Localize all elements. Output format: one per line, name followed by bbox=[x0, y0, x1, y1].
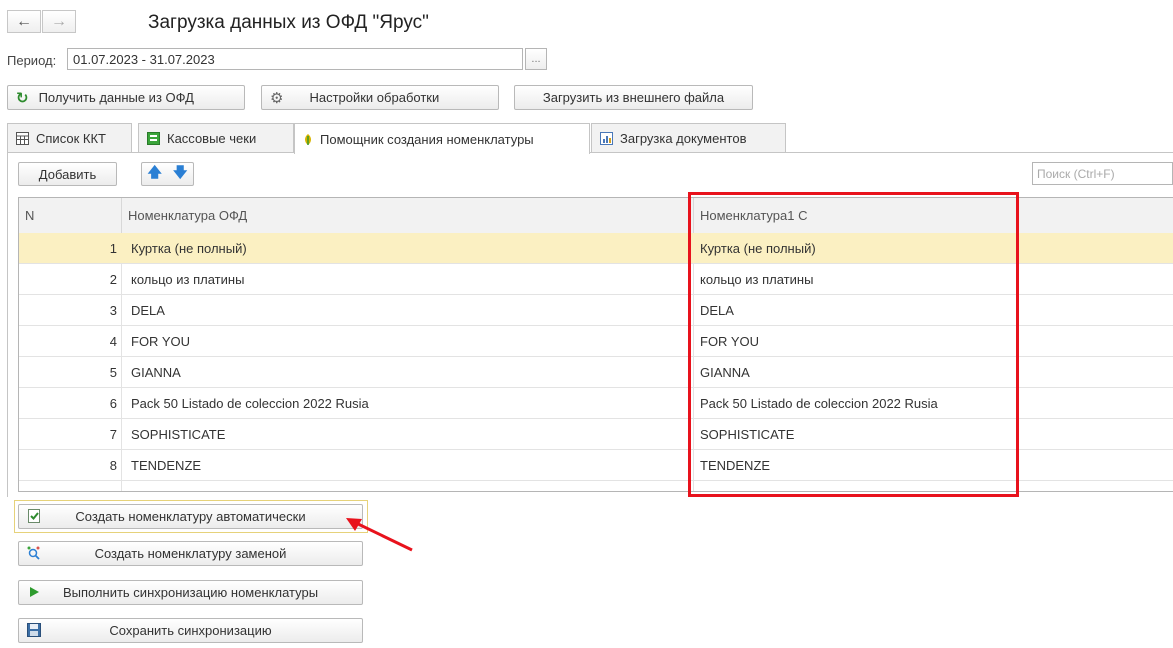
load-external-button[interactable]: Загрузить из внешнего файла bbox=[514, 85, 753, 110]
cell-ofd[interactable]: FOR YOU bbox=[131, 326, 190, 356]
create-auto-button[interactable]: Создать номенклатуру автоматически bbox=[18, 504, 363, 529]
period-field[interactable]: 01.07.2023 - 31.07.2023 bbox=[67, 48, 523, 70]
tab-receipts[interactable]: Кассовые чеки bbox=[138, 123, 294, 152]
panel-border bbox=[7, 152, 8, 497]
get-data-button[interactable]: ↻ Получить данные из ОФД bbox=[7, 85, 245, 110]
add-label: Добавить bbox=[38, 166, 97, 182]
row-number: 5 bbox=[109, 364, 117, 380]
replace-icon bbox=[27, 546, 40, 560]
row-number: 9 bbox=[19, 481, 117, 492]
tab-doc-loading[interactable]: Загрузка документов bbox=[591, 123, 786, 152]
chart-icon bbox=[600, 131, 613, 145]
refresh-icon: ↻ bbox=[16, 89, 29, 107]
page-title: Загрузка данных из ОФД "Ярус" bbox=[148, 12, 429, 33]
row-number: 6 bbox=[109, 395, 117, 411]
row-number: 8 bbox=[109, 457, 117, 473]
create-replace-label: Создать номенклатуру заменой bbox=[94, 546, 287, 561]
period-label: Период: bbox=[7, 53, 57, 68]
arrow-right-icon: → bbox=[51, 12, 67, 30]
arrow-left-icon: ← bbox=[16, 12, 32, 30]
cell-ofd[interactable]: GIANNA bbox=[131, 357, 181, 387]
get-data-label: Получить данные из ОФД bbox=[38, 90, 194, 105]
tab-nomenclature-helper[interactable]: Помощник создания номенклатуры bbox=[294, 123, 590, 154]
save-icon bbox=[27, 623, 41, 637]
tab-label: Помощник создания номенклатуры bbox=[320, 131, 534, 147]
tab-label: Список ККТ bbox=[36, 130, 106, 146]
receipt-icon bbox=[147, 131, 160, 145]
sync-button[interactable]: Выполнить синхронизацию номенклатуры bbox=[18, 580, 363, 605]
tab-kkt-list[interactable]: Список ККТ bbox=[7, 123, 132, 152]
move-buttons-group: 🡅 🡇 bbox=[141, 162, 194, 186]
load-external-label: Загрузить из внешнего файла bbox=[542, 90, 725, 105]
tab-bar: Список ККТ Кассовые чеки Помощник создан… bbox=[7, 123, 1173, 154]
save-sync-button[interactable]: Сохранить синхронизацию bbox=[18, 618, 363, 643]
row-number: 4 bbox=[109, 333, 117, 349]
cell-ofd[interactable]: Pack 50 Listado de coleccion 2022 Rusia bbox=[131, 388, 369, 418]
create-auto-label: Создать номенклатуру автоматически bbox=[75, 509, 306, 524]
tab-label: Загрузка документов bbox=[620, 130, 747, 146]
column-header-ofd[interactable]: Номенклатура ОФД bbox=[122, 198, 694, 233]
table-icon bbox=[16, 131, 29, 145]
gear-icon: ⚙ bbox=[270, 89, 284, 107]
move-down-icon[interactable]: 🡇 bbox=[173, 162, 187, 186]
row-number: 7 bbox=[109, 426, 117, 442]
column-header-n[interactable]: N bbox=[19, 198, 122, 233]
row-number: 2 bbox=[109, 271, 117, 287]
settings-button[interactable]: ⚙ Настройки обработки bbox=[261, 85, 499, 110]
tab-label: Кассовые чеки bbox=[167, 130, 257, 146]
create-replace-button[interactable]: Создать номенклатуру заменой bbox=[18, 541, 363, 566]
forward-button[interactable]: → bbox=[42, 10, 76, 33]
cell-ofd[interactable]: SOPHISTICATE bbox=[131, 419, 225, 449]
move-up-icon[interactable]: 🡅 bbox=[148, 162, 162, 186]
highlight-box bbox=[688, 192, 1019, 497]
cell-ofd[interactable]: TENDENZE bbox=[131, 450, 201, 480]
save-sync-label: Сохранить синхронизацию bbox=[109, 623, 272, 638]
annotation-arrow bbox=[346, 518, 413, 552]
document-check-icon bbox=[28, 509, 40, 523]
period-picker-button[interactable]: ... bbox=[525, 48, 547, 70]
tab-divider bbox=[7, 152, 1173, 153]
settings-label: Настройки обработки bbox=[309, 90, 440, 105]
add-button[interactable]: Добавить bbox=[18, 162, 117, 186]
row-number: 3 bbox=[109, 302, 117, 318]
row-number: 1 bbox=[109, 240, 117, 256]
cell-ofd[interactable]: кольцо из платины bbox=[131, 264, 244, 294]
play-icon bbox=[30, 587, 39, 597]
back-button[interactable]: ← bbox=[7, 10, 41, 33]
leaf-icon bbox=[305, 133, 311, 145]
sync-label: Выполнить синхронизацию номенклатуры bbox=[62, 585, 319, 600]
search-input[interactable]: Поиск (Ctrl+F) bbox=[1032, 162, 1173, 185]
cell-ofd[interactable]: DELA bbox=[131, 295, 165, 325]
cell-ofd[interactable]: VIVACITY bbox=[131, 481, 189, 492]
cell-ofd[interactable]: Куртка (не полный) bbox=[131, 233, 247, 263]
